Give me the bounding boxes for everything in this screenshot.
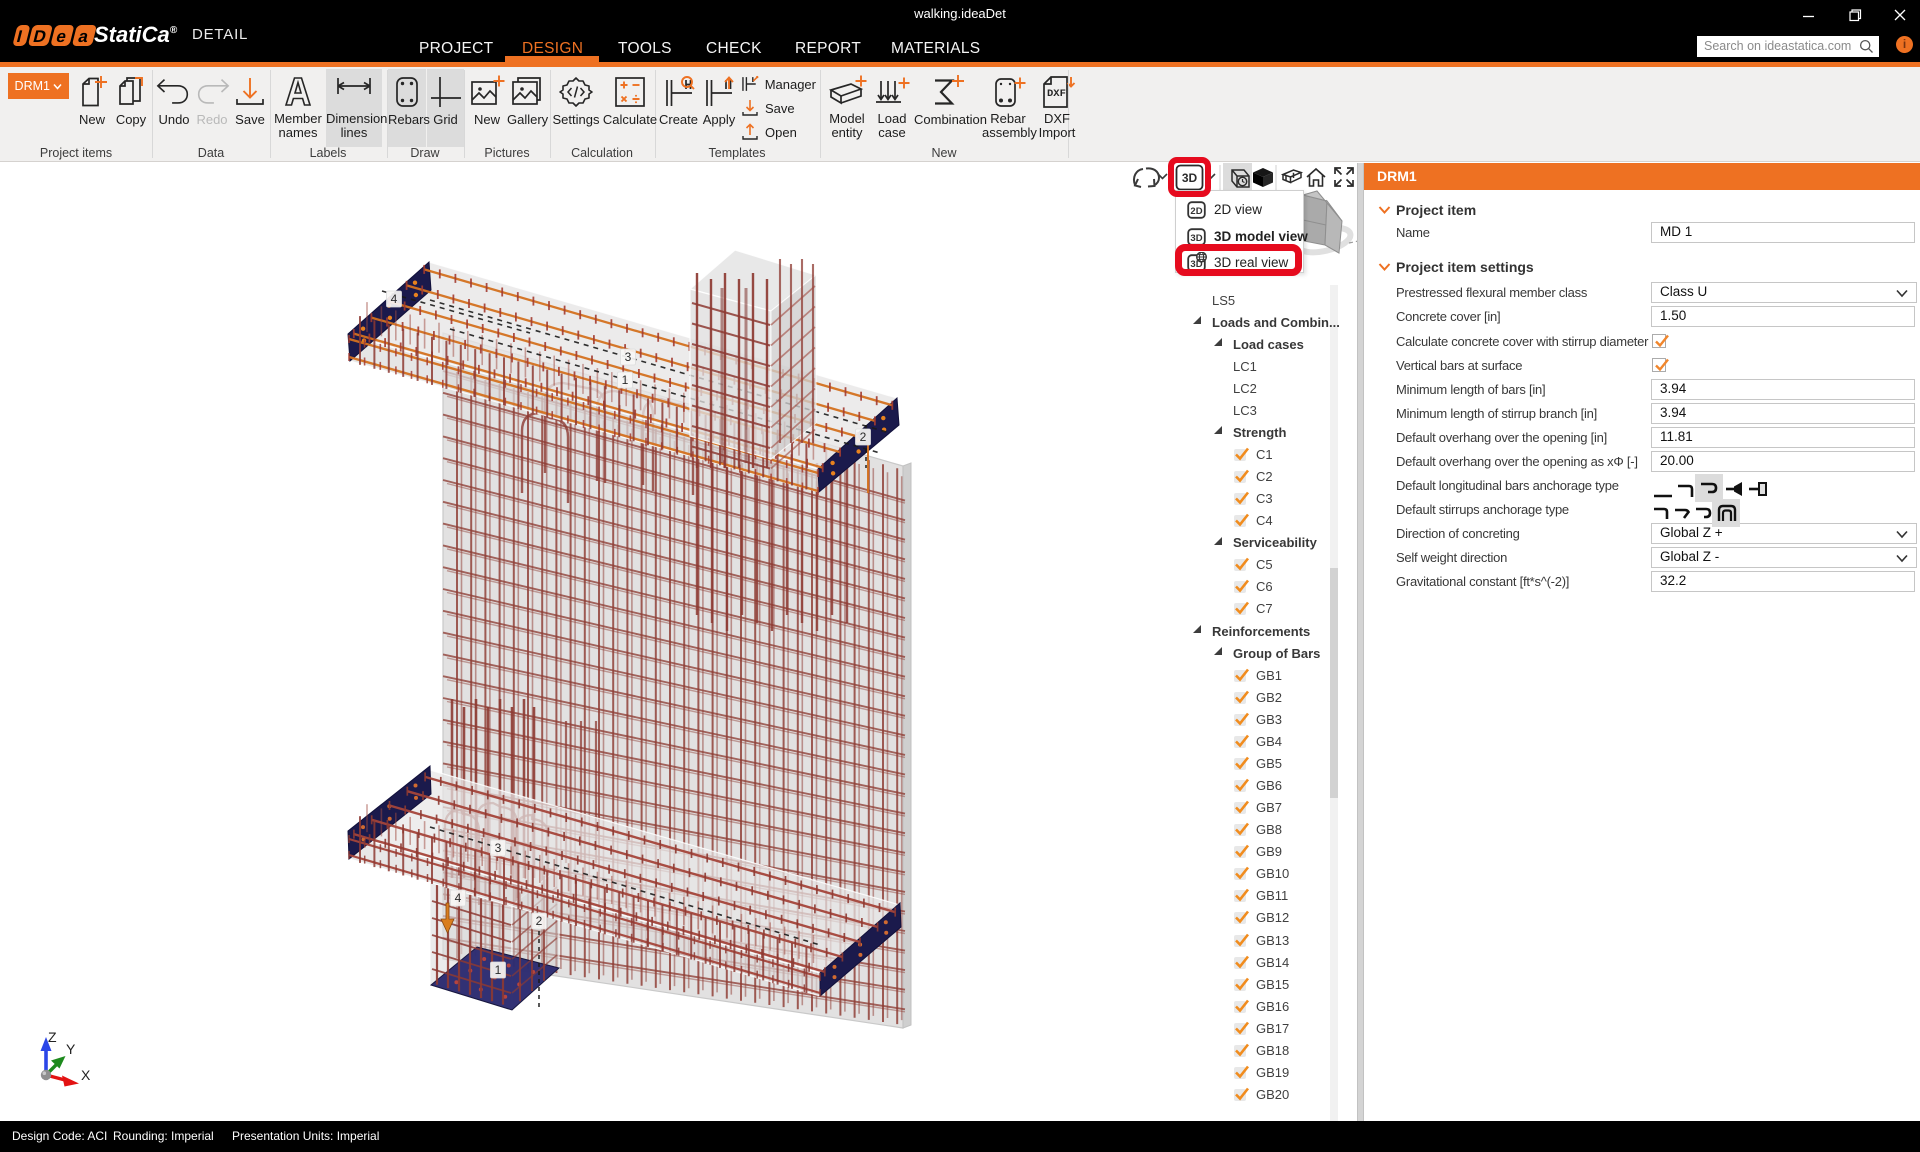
- svg-text:3: 3: [495, 841, 502, 855]
- svg-text:1: 1: [622, 373, 629, 387]
- svg-text:2D: 2D: [1190, 206, 1202, 217]
- svg-text:Z: Z: [48, 1029, 57, 1045]
- svg-text:DXF: DXF: [1047, 88, 1066, 100]
- svg-text:3: 3: [625, 350, 632, 364]
- svg-text:2: 2: [536, 914, 543, 928]
- svg-text:1: 1: [495, 963, 502, 977]
- svg-text:Y: Y: [66, 1041, 76, 1057]
- svg-text:2: 2: [860, 430, 867, 444]
- svg-text:3D: 3D: [1190, 233, 1202, 244]
- svg-text:4: 4: [391, 292, 398, 306]
- svg-text:X: X: [81, 1067, 91, 1083]
- svg-text:4: 4: [455, 891, 462, 905]
